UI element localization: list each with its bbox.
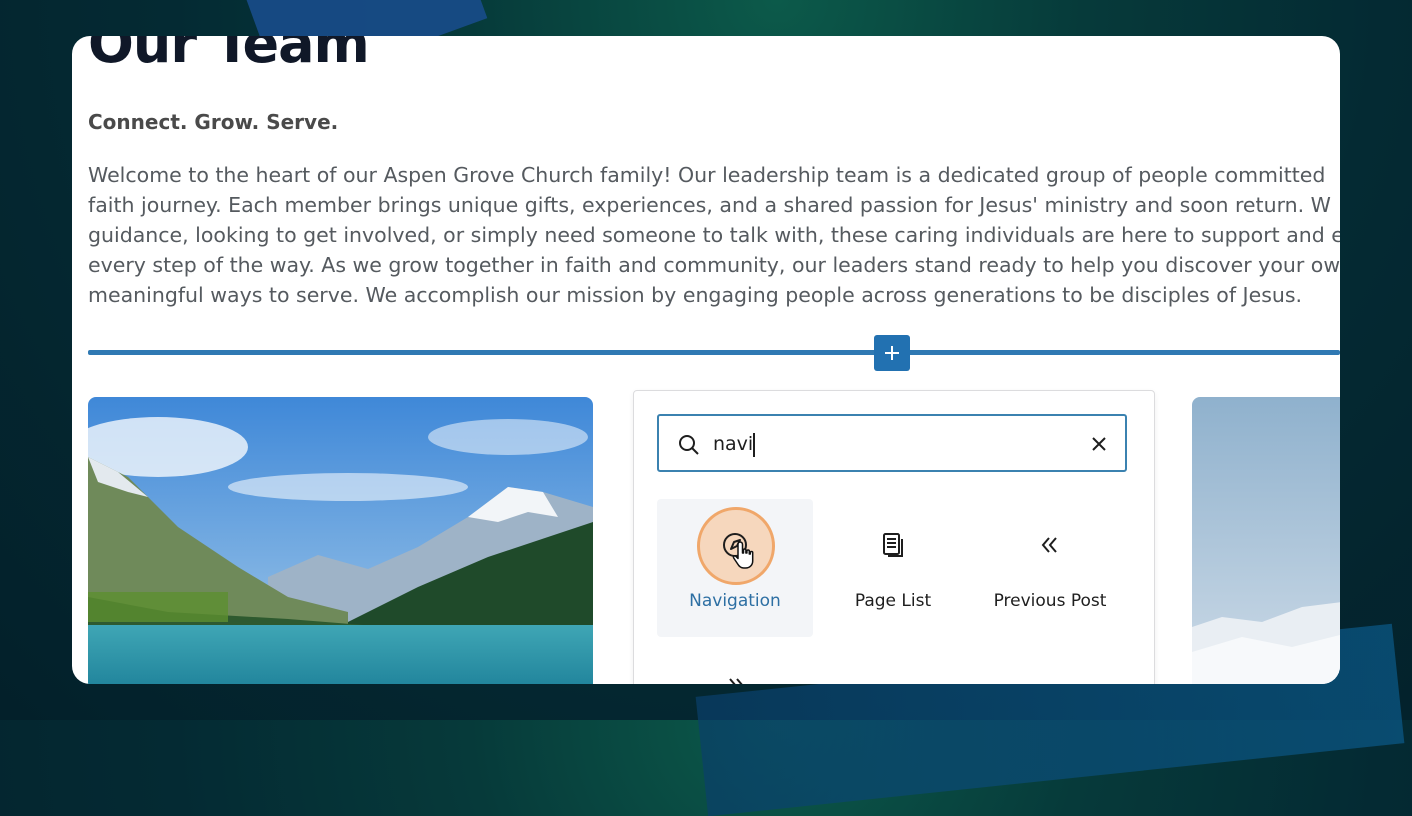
snowy-mountain-image[interactable] — [1192, 397, 1340, 684]
search-icon — [679, 435, 699, 455]
page-subheading[interactable]: Connect. Grow. Serve. — [88, 110, 338, 134]
text-caret — [753, 433, 755, 457]
editor-canvas: Our Team Connect. Grow. Serve. Welcome t… — [72, 36, 1340, 684]
block-inserter-popover: Navigation Page List Previous Post — [633, 390, 1155, 684]
block-label-navigation: Navigation — [689, 591, 781, 611]
snowy-mountain-picture — [1192, 397, 1340, 684]
plus-icon — [885, 346, 899, 360]
double-chevron-left-icon — [1041, 537, 1057, 553]
block-search-input[interactable] — [711, 428, 1075, 460]
hand-pointer-icon — [732, 541, 754, 569]
page-list-icon — [883, 533, 903, 557]
add-block-button[interactable] — [874, 335, 910, 371]
block-item-previous-post[interactable]: Previous Post — [972, 499, 1128, 637]
block-item-page-list[interactable]: Page List — [815, 499, 971, 637]
close-icon — [1092, 437, 1106, 451]
page-heading[interactable]: Our Team — [88, 36, 370, 75]
block-label-previous-post: Previous Post — [993, 591, 1107, 611]
separator-block[interactable] — [88, 350, 1340, 355]
clear-search-button[interactable] — [1086, 431, 1112, 457]
intro-paragraph[interactable]: Welcome to the heart of our Aspen Grove … — [88, 160, 1340, 310]
mountain-lake-picture — [88, 397, 593, 684]
double-chevron-right-icon[interactable] — [722, 673, 752, 684]
block-item-navigation[interactable]: Navigation — [657, 499, 813, 637]
mountain-lake-image[interactable] — [88, 397, 593, 684]
block-search-box[interactable] — [657, 414, 1127, 472]
block-label-page-list: Page List — [854, 591, 932, 611]
